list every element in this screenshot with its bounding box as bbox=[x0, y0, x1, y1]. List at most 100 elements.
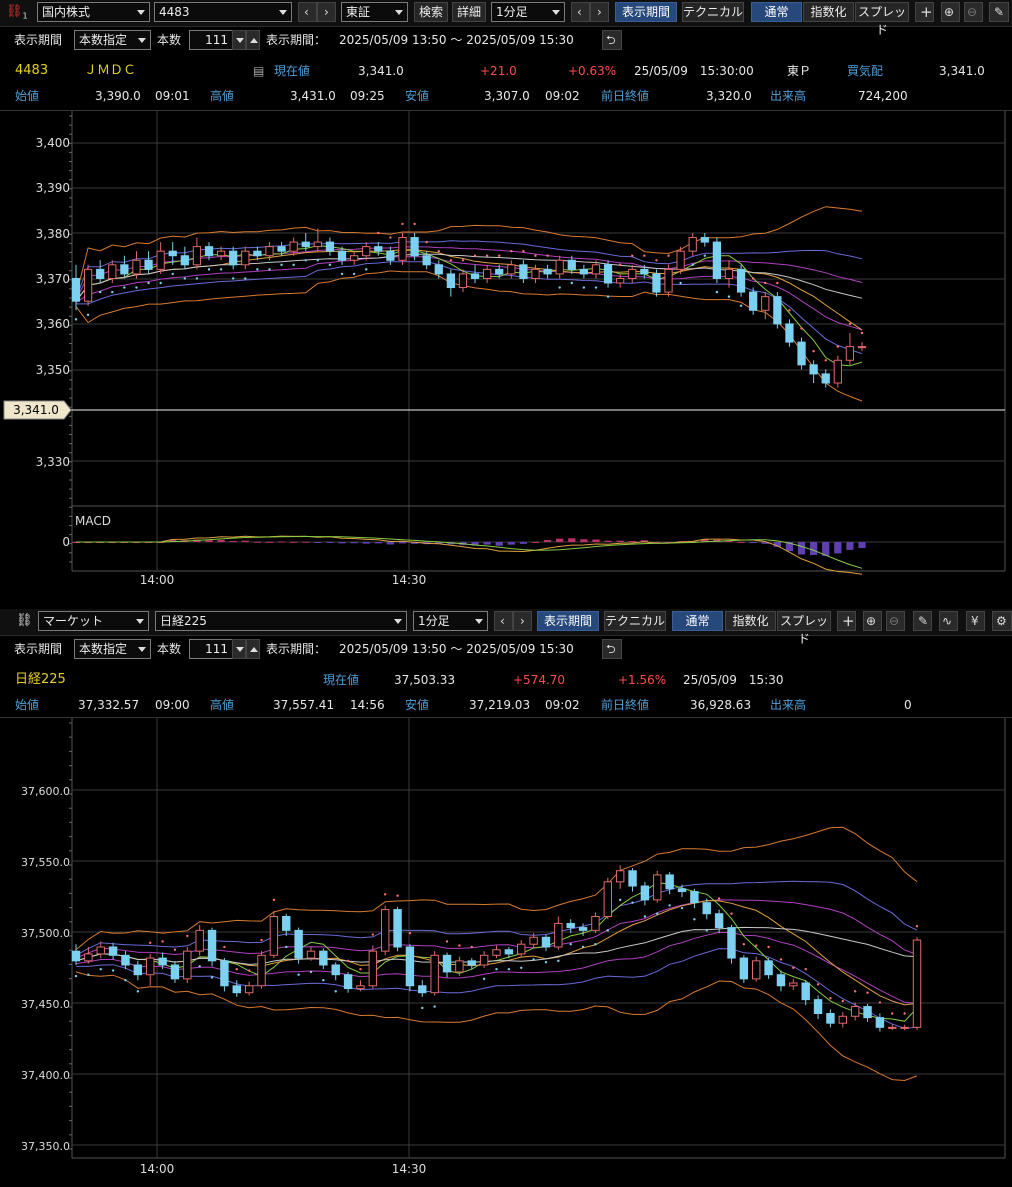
zoom-in-button[interactable]: ⊕ bbox=[863, 611, 882, 631]
sar-dot bbox=[779, 958, 783, 961]
volume-value: 0 bbox=[904, 698, 912, 712]
count-down-button[interactable] bbox=[232, 30, 246, 50]
reset-period-button[interactable]: ⮌ bbox=[602, 639, 622, 659]
period-button[interactable]: 表示期間 bbox=[537, 611, 599, 631]
candle bbox=[144, 251, 153, 274]
draw-button[interactable]: ✎ bbox=[989, 2, 1009, 22]
search-button[interactable]: 検索 bbox=[414, 2, 448, 22]
candle-body bbox=[749, 291, 758, 311]
count-input[interactable]: 111 bbox=[189, 639, 233, 659]
mode-index-button[interactable]: 指数化 bbox=[725, 611, 776, 631]
settings-button[interactable]: ⚙ bbox=[992, 611, 1012, 631]
candle-body bbox=[640, 268, 649, 275]
interval-select[interactable]: 1分足 bbox=[413, 611, 488, 631]
candle-body bbox=[458, 273, 468, 289]
crosshair-button[interactable]: + bbox=[915, 2, 934, 22]
candle-body bbox=[71, 950, 81, 962]
candle-body bbox=[712, 241, 722, 279]
zoom-out-button[interactable]: ⊖ bbox=[964, 2, 983, 22]
sar-dot bbox=[123, 286, 126, 289]
next-symbol-button[interactable]: › bbox=[317, 2, 336, 22]
count-down-button[interactable] bbox=[232, 639, 246, 659]
candle bbox=[410, 233, 419, 261]
link-icon[interactable]: ⛓1 bbox=[6, 2, 28, 27]
candle bbox=[132, 251, 141, 279]
top-chart[interactable]: MACD 0 14:00 14:30 3,341.0 3,400 3,390 3… bbox=[0, 110, 1012, 603]
zoom-out-button[interactable]: ⊖ bbox=[886, 611, 905, 631]
period-button[interactable]: 表示期間 bbox=[615, 2, 677, 22]
count-input[interactable]: 111 bbox=[189, 30, 233, 50]
code-select[interactable]: 日経225 bbox=[155, 611, 407, 631]
mode-normal-button[interactable]: 通常 bbox=[751, 2, 802, 22]
mode-spread-button[interactable]: スプレッド bbox=[777, 611, 831, 646]
technical-button[interactable]: テクニカル bbox=[682, 2, 744, 22]
macd-histogram-bar bbox=[374, 542, 382, 544]
bottom-chart[interactable]: 37,600.0 37,550.0 37,500.0 37,450.0 37,4… bbox=[0, 717, 1012, 1184]
mode-index-button[interactable]: 指数化 bbox=[803, 2, 854, 22]
bottom-chart-svg[interactable]: 37,600.0 37,550.0 37,500.0 37,450.0 37,4… bbox=[0, 718, 1012, 1184]
count-up-button[interactable] bbox=[246, 639, 260, 659]
indicator-button[interactable]: ∿ bbox=[939, 611, 958, 631]
candle-body bbox=[229, 250, 238, 266]
top-chart-svg[interactable]: MACD 0 14:00 14:30 3,341.0 3,400 3,390 3… bbox=[0, 111, 1012, 603]
candle-body bbox=[531, 268, 540, 279]
y-tick-label: 3,360 bbox=[36, 317, 70, 331]
document-icon[interactable]: ▤ bbox=[253, 61, 264, 81]
candle-body bbox=[875, 1017, 885, 1028]
candle bbox=[313, 228, 322, 252]
sar-dot bbox=[557, 959, 560, 963]
count-mode-select[interactable]: 本数指定 bbox=[74, 30, 151, 50]
volume-value: 724,200 bbox=[858, 89, 908, 103]
next-period-button[interactable]: › bbox=[513, 611, 532, 631]
prev-period-button[interactable]: ‹ bbox=[571, 2, 590, 22]
reset-period-button[interactable]: ⮌ bbox=[602, 30, 622, 50]
candle-body bbox=[736, 268, 746, 293]
candle-body bbox=[628, 268, 637, 279]
draw-button[interactable]: ✎ bbox=[913, 611, 932, 631]
candle-body bbox=[517, 943, 526, 955]
code-select[interactable]: 4483 bbox=[154, 2, 292, 22]
prev-period-button[interactable]: ‹ bbox=[494, 611, 513, 631]
candle-body bbox=[555, 259, 564, 275]
current-price: 3,341.0 bbox=[358, 64, 404, 78]
bottom-quote-row-1: 日経225 現在値 37,503.33 +574.70 +1.56% 25/05… bbox=[0, 670, 1012, 692]
sar-dot bbox=[223, 945, 226, 949]
candle-body bbox=[241, 250, 250, 266]
candle bbox=[442, 952, 452, 978]
market-select[interactable]: マーケット bbox=[38, 611, 149, 631]
sar-dot bbox=[755, 944, 758, 947]
candle bbox=[145, 953, 155, 986]
sar-dot bbox=[309, 970, 313, 974]
exchange-select[interactable]: 東証 bbox=[341, 2, 408, 22]
count-up-button[interactable] bbox=[246, 30, 260, 50]
zoom-in-button[interactable]: ⊕ bbox=[941, 2, 960, 22]
sar-dot bbox=[421, 1006, 424, 1010]
mode-spread-button[interactable]: スプレッド bbox=[855, 2, 909, 37]
candle-body bbox=[269, 916, 279, 956]
candle bbox=[566, 919, 575, 934]
mode-normal-button[interactable]: 通常 bbox=[672, 611, 723, 631]
sar-dot bbox=[631, 901, 634, 904]
sar-dot bbox=[878, 1001, 882, 1004]
count-mode-select[interactable]: 本数指定 bbox=[74, 639, 151, 659]
market-select[interactable]: 国内株式 bbox=[37, 2, 150, 22]
link-icon[interactable]: ⛓ bbox=[16, 611, 33, 631]
prev-symbol-button[interactable]: ‹ bbox=[298, 2, 317, 22]
y-tick-label: 3,390 bbox=[36, 181, 70, 195]
technical-button[interactable]: テクニカル bbox=[604, 611, 666, 631]
candle-body bbox=[446, 273, 455, 289]
candle bbox=[688, 233, 697, 256]
detail-button[interactable]: 詳細 bbox=[452, 2, 486, 22]
high-value: 3,431.0 bbox=[290, 89, 336, 103]
currency-button[interactable]: ¥ bbox=[966, 611, 985, 631]
y-tick-label: 3,400 bbox=[36, 136, 70, 150]
candle bbox=[331, 962, 340, 981]
interval-select[interactable]: 1分足 bbox=[491, 2, 565, 22]
high-value: 37,557.41 bbox=[273, 698, 335, 712]
next-period-button[interactable]: › bbox=[590, 2, 609, 22]
candle-body bbox=[71, 277, 81, 302]
sar-dot bbox=[147, 281, 150, 285]
macd-histogram-bar bbox=[543, 540, 552, 542]
candle bbox=[220, 958, 229, 992]
crosshair-button[interactable]: + bbox=[837, 611, 856, 631]
